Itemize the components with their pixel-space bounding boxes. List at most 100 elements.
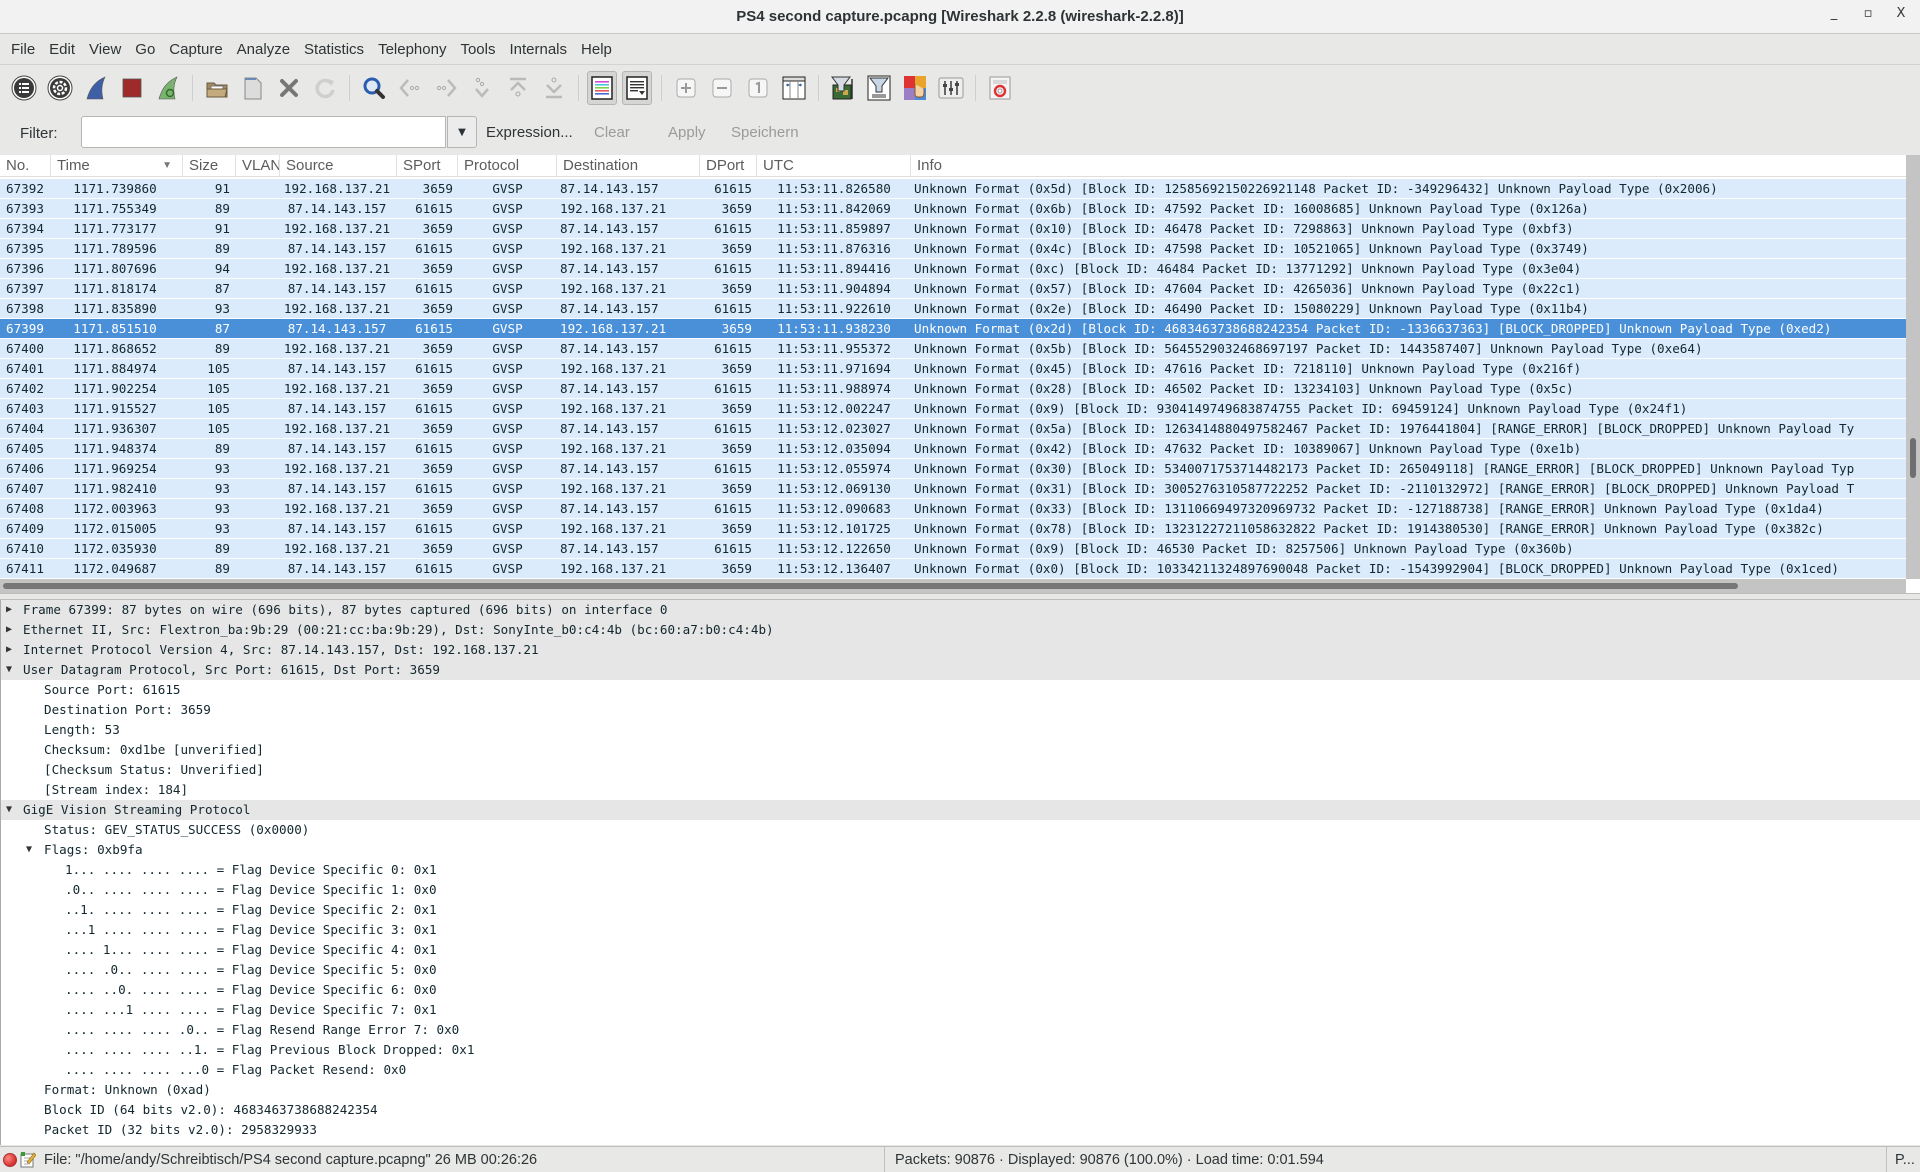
tree-item[interactable]: ▶ Frame 67399: 87 bytes on wire (696 bits… [1,600,1920,620]
tree-item[interactable]: Format: Unknown (0xad) [1,1080,1920,1100]
tree-item[interactable]: .... .... .... .0.. = Flag Resend Range … [1,1020,1920,1040]
tree-item[interactable]: .... .... .... ...0 = Flag Packet Resend… [1,1060,1920,1080]
expander-expanded-icon[interactable]: ▼ [26,840,38,860]
column-header-source[interactable]: Source [280,155,397,177]
filter-input[interactable] [81,116,446,148]
menu-tools[interactable]: Tools [453,41,502,58]
tree-item[interactable]: [Stream index: 184] [1,780,1920,800]
table-row-selected[interactable]: 67399 1171.851510 87 87.14.143.157 61615 GVSP… [0,319,1906,339]
table-row[interactable]: 67392 1171.739860 91 192.168.137.21 3659 GVSP… [0,179,1906,199]
menu-go[interactable]: Go [128,41,162,58]
table-row[interactable]: 67405 1171.948374 89 87.14.143.157 61615 GVSP… [0,439,1906,459]
expression-button[interactable]: Expression... [486,124,573,141]
save-file-icon[interactable] [237,72,269,104]
go-first-packet-icon[interactable] [502,72,534,104]
table-row[interactable]: 67411 1172.049687 89 87.14.143.157 61615 GVSP… [0,559,1906,579]
apply-button[interactable]: Apply [668,124,706,141]
menu-help[interactable]: Help [574,41,619,58]
preferences-icon[interactable] [935,72,967,104]
menu-statistics[interactable]: Statistics [297,41,371,58]
go-back-icon[interactable] [394,72,426,104]
tree-item[interactable]: .... ..0. .... .... = Flag Device Specif… [1,980,1920,1000]
column-header-destination[interactable]: Destination [557,155,700,177]
find-packet-icon[interactable] [358,72,390,104]
tree-item[interactable]: .... 1... .... .... = Flag Device Specif… [1,940,1920,960]
column-header-vlan[interactable]: VLAN [236,155,280,177]
tree-item[interactable]: Block ID (64 bits v2.0): 468346373868824… [1,1100,1920,1120]
tree-item[interactable]: Status: GEV_STATUS_SUCCESS (0x0000) [1,820,1920,840]
go-forward-icon[interactable] [430,72,462,104]
go-to-packet-icon[interactable] [466,72,498,104]
tree-item[interactable]: Destination Port: 3659 [1,700,1920,720]
packet-list-vertical-scrollbar[interactable] [1906,155,1920,579]
coloring-rules-icon[interactable] [899,72,931,104]
table-row[interactable]: 67406 1171.969254 93 192.168.137.21 3659 GVSP… [0,459,1906,479]
help-icon[interactable] [984,72,1016,104]
table-row[interactable]: 67402 1171.902254 105 192.168.137.21 3659 GVS… [0,379,1906,399]
capture-filters-icon[interactable] [827,72,859,104]
display-filters-icon[interactable] [863,72,895,104]
table-row[interactable]: 67396 1171.807696 94 192.168.137.21 3659 GVSP… [0,259,1906,279]
scrollbar-thumb[interactable] [3,583,1738,589]
zoom-out-icon[interactable] [706,72,738,104]
pane-splitter[interactable] [0,593,1920,600]
table-row[interactable]: 67401 1171.884974 105 87.14.143.157 61615 GVS… [0,359,1906,379]
tree-item[interactable]: ▼ Flags: 0xb9fa [1,840,1920,860]
resize-columns-icon[interactable] [778,72,810,104]
menu-analyze[interactable]: Analyze [230,41,297,58]
column-header-protocol[interactable]: Protocol [458,155,557,177]
table-row[interactable]: 67408 1172.003963 93 192.168.137.21 3659 GVSP… [0,499,1906,519]
table-row[interactable]: 67398 1171.835890 93 192.168.137.21 3659 GVSP… [0,299,1906,319]
column-header-dport[interactable]: DPort [700,155,757,177]
expander-expanded-icon[interactable]: ▼ [6,800,18,820]
go-last-packet-icon[interactable] [538,72,570,104]
column-header-time[interactable]: Time ▼ [51,155,183,177]
tree-item[interactable]: Checksum: 0xd1be [unverified] [1,740,1920,760]
column-header-no[interactable]: No. [0,155,51,177]
colorize-icon[interactable] [587,71,617,105]
tree-item[interactable]: ▼ GigE Vision Streaming Protocol [1,800,1920,820]
table-row[interactable]: 67395 1171.789596 89 87.14.143.157 61615 GVSP… [0,239,1906,259]
menu-file[interactable]: File [4,41,42,58]
tree-item[interactable]: ..1. .... .... .... = Flag Device Specif… [1,900,1920,920]
expander-collapsed-icon[interactable]: ▶ [6,620,18,640]
tree-item[interactable]: .... .... .... ..1. = Flag Previous Bloc… [1,1040,1920,1060]
menu-capture[interactable]: Capture [162,41,229,58]
maximize-button[interactable]: ▫ [1856,6,1880,28]
capture-comment-icon[interactable] [20,1151,36,1168]
table-row[interactable]: 67397 1171.818174 87 87.14.143.157 61615 GVSP… [0,279,1906,299]
capture-options-icon[interactable] [44,72,76,104]
menu-edit[interactable]: Edit [42,41,82,58]
tree-item[interactable]: Packet ID (32 bits v2.0): 2958329933 [1,1120,1920,1140]
tree-item[interactable]: Length: 53 [1,720,1920,740]
auto-scroll-icon[interactable] [622,71,652,105]
normal-size-icon[interactable] [742,72,774,104]
minimize-button[interactable]: _ [1822,6,1846,28]
capture-interfaces-icon[interactable] [8,72,40,104]
close-file-icon[interactable] [273,72,305,104]
tree-item[interactable]: .0.. .... .... .... = Flag Device Specif… [1,880,1920,900]
tree-item[interactable]: 1... .... .... .... = Flag Device Specif… [1,860,1920,880]
open-file-icon[interactable] [201,72,233,104]
menu-telephony[interactable]: Telephony [371,41,453,58]
table-row[interactable]: 67410 1172.035930 89 192.168.137.21 3659 GVSP… [0,539,1906,559]
tree-item[interactable]: [Checksum Status: Unverified] [1,760,1920,780]
restart-capture-icon[interactable] [152,72,184,104]
table-row[interactable]: 67409 1172.015005 93 87.14.143.157 61615 GVSP… [0,519,1906,539]
tree-item[interactable]: ▼ User Datagram Protocol, Src Port: 61615… [1,660,1920,680]
expander-collapsed-icon[interactable]: ▶ [6,640,18,660]
expander-expanded-icon[interactable]: ▼ [6,660,18,680]
table-row[interactable]: 67394 1171.773177 91 192.168.137.21 3659 GVSP… [0,219,1906,239]
column-header-size[interactable]: Size [183,155,236,177]
menu-internals[interactable]: Internals [502,41,574,58]
profile-indicator[interactable]: P... [1886,1147,1915,1172]
tree-item[interactable]: ...1 .... .... .... = Flag Device Specif… [1,920,1920,940]
expander-collapsed-icon[interactable]: ▶ [6,600,18,620]
column-header-sport[interactable]: SPort [397,155,458,177]
zoom-in-icon[interactable] [670,72,702,104]
tree-item[interactable]: ▶ Ethernet II, Src: Flextron_ba:9b:29 (00… [1,620,1920,640]
tree-item[interactable]: .... .0.. .... .... = Flag Device Specif… [1,960,1920,980]
column-header-info[interactable]: Info [911,155,1906,177]
scrollbar-thumb[interactable] [1910,438,1916,478]
tree-item[interactable]: .... ...1 .... .... = Flag Device Specif… [1,1000,1920,1020]
